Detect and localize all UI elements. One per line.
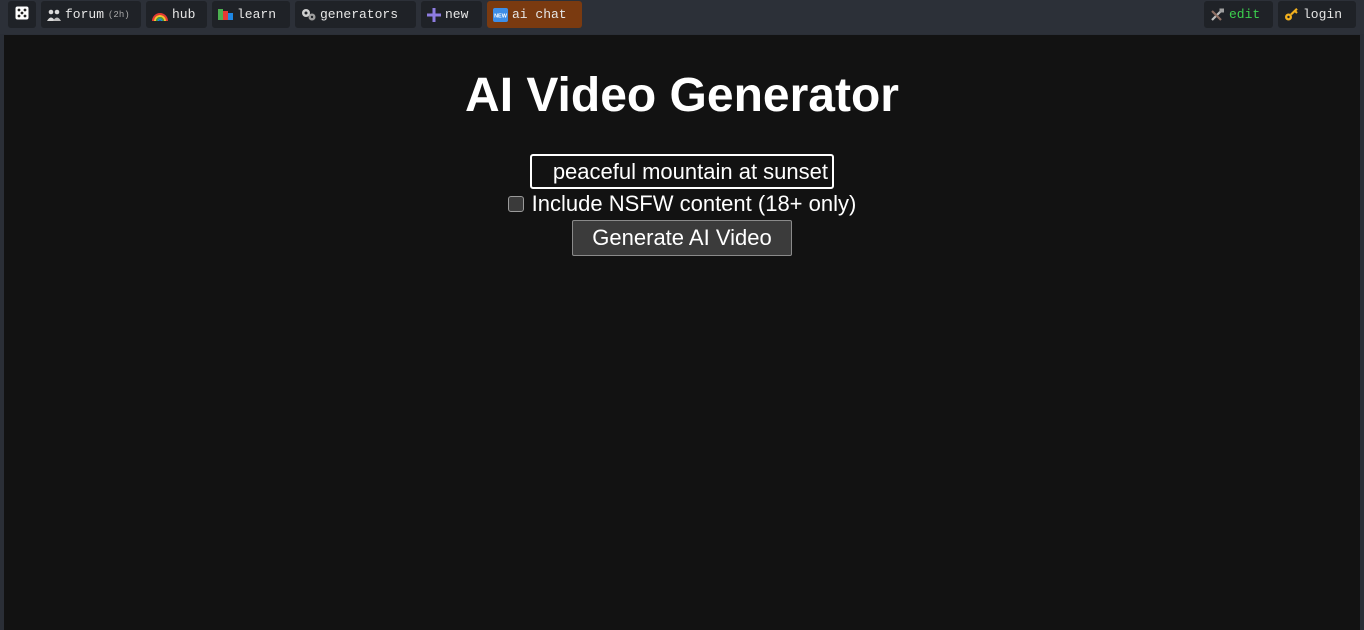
top-navigation-bar: forum (2h) hub learn generators new NEW … — [0, 0, 1364, 34]
new-button[interactable]: new — [421, 1, 482, 28]
tools-icon — [1210, 8, 1225, 22]
forum-button[interactable]: forum (2h) — [41, 1, 141, 28]
learn-label: learn — [237, 7, 277, 22]
login-button[interactable]: login — [1278, 1, 1356, 28]
new-label: new — [445, 7, 469, 22]
books-icon — [218, 8, 233, 21]
hub-label: hub — [172, 7, 196, 22]
login-label: login — [1303, 7, 1343, 22]
new-badge-text: NEW — [494, 13, 508, 19]
ai-chat-button[interactable]: NEW ai chat — [487, 1, 582, 28]
people-icon — [47, 9, 61, 21]
nsfw-checkbox[interactable] — [507, 196, 524, 212]
generators-button[interactable]: generators — [295, 1, 416, 28]
hub-button[interactable]: hub — [146, 1, 207, 28]
edit-label: edit — [1229, 7, 1261, 22]
plus-icon — [427, 7, 441, 22]
forum-activity-badge: (2h) — [108, 9, 130, 20]
generators-label: generators — [320, 7, 399, 22]
learn-button[interactable]: learn — [212, 1, 290, 28]
page-title: AI Video Generator — [465, 69, 899, 122]
prompt-input[interactable] — [530, 154, 834, 189]
ai-chat-label: ai chat — [512, 7, 567, 22]
rainbow-icon — [152, 9, 168, 21]
nsfw-option-row: Include NSFW content (18+ only) — [4, 191, 1360, 217]
key-icon — [1284, 7, 1299, 22]
forum-label: forum — [65, 7, 105, 22]
nsfw-label: Include NSFW content (18+ only) — [531, 191, 857, 216]
edit-button[interactable]: edit — [1204, 1, 1273, 28]
generate-ai-video-button[interactable]: Generate AI Video — [572, 220, 792, 256]
gears-icon — [301, 8, 316, 21]
new-badge-icon: NEW — [493, 7, 508, 22]
dice-icon — [15, 6, 29, 24]
main-content: AI Video Generator Include NSFW content … — [4, 35, 1360, 630]
dice-button[interactable] — [8, 1, 36, 28]
